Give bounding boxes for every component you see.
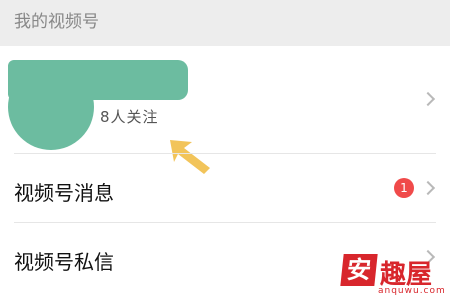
menu-item-video-messages[interactable]: 视频号消息 1 xyxy=(0,159,450,221)
chevron-right-icon xyxy=(420,91,436,107)
menu-item-label: 视频号私信 xyxy=(14,250,114,274)
divider xyxy=(14,153,436,154)
profile-row[interactable]: 8人关注 xyxy=(0,46,450,174)
profile-avatar-redaction xyxy=(8,60,188,150)
follower-count: 8人关注 xyxy=(100,108,159,126)
divider xyxy=(14,222,436,223)
site-watermark: 安 趣屋 anquwu.com xyxy=(340,254,446,298)
menu-item-label: 视频号消息 xyxy=(14,181,114,205)
watermark-logo-icon: 安 xyxy=(340,254,378,286)
notification-badge: 1 xyxy=(394,178,414,198)
watermark-url: anquwu.com xyxy=(378,286,446,296)
chevron-right-icon xyxy=(420,180,436,196)
redaction-disc xyxy=(8,64,94,150)
section-title: 我的视频号 xyxy=(14,12,99,32)
section-header: 我的视频号 xyxy=(0,0,450,46)
